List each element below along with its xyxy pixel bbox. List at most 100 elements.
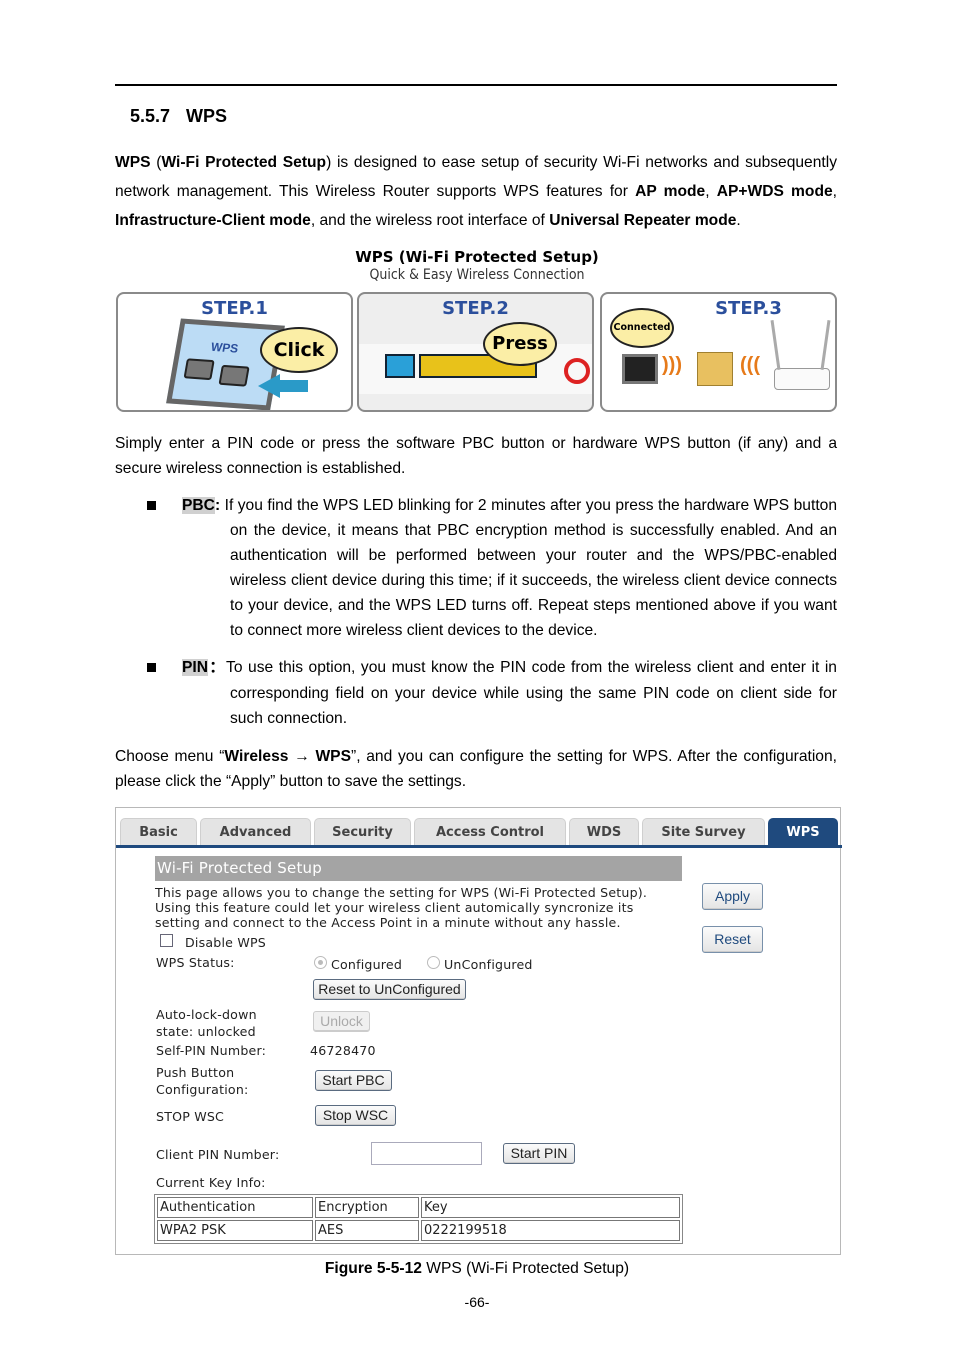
page-number: -66- (464, 1294, 490, 1310)
section-number: 5.5.7 (130, 106, 171, 126)
tab-access-control[interactable]: Access Control (414, 818, 566, 846)
step-label: STEP.1 (201, 298, 268, 319)
top-rule (115, 84, 837, 86)
t: AP+WDS mode (716, 183, 833, 200)
tab-underline (116, 845, 842, 848)
section-heading: 5.5.7 WPS (130, 106, 227, 127)
configured-label: Configured (331, 957, 403, 972)
header-cell: Authentication (157, 1197, 313, 1218)
configured-radio[interactable] (314, 956, 327, 969)
t: . (736, 212, 741, 229)
key-info-table: Authentication Encryption Key WPA2 PSK A… (154, 1194, 683, 1244)
antenna-icon (820, 320, 831, 370)
caption-text: WPS (Wi-Fi Protected Setup) (421, 1260, 630, 1277)
tab-basic[interactable]: Basic (120, 818, 197, 846)
t: , and the wireless root interface of (310, 212, 550, 229)
t: This page allows you to change the setti… (155, 885, 648, 900)
stop-wsc-button[interactable]: Stop WSC (315, 1105, 396, 1126)
table-row: WPA2 PSK AES 0222199518 (157, 1220, 680, 1241)
header-cell: Key (421, 1197, 680, 1218)
arrow-icon: → (288, 748, 316, 765)
tab-site-survey[interactable]: Site Survey (642, 818, 765, 846)
unconfigured-label: UnConfigured (444, 957, 533, 972)
disable-wps-label: Disable WPS (185, 935, 266, 950)
t: Wireless (224, 748, 289, 765)
self-pin-value: 46728470 (310, 1043, 376, 1058)
paragraph-2: Simply enter a PIN code or press the sof… (115, 435, 837, 477)
t: Infrastructure-Client mode (115, 212, 311, 229)
t: WPS (315, 748, 351, 765)
button-icon (218, 364, 250, 387)
bullet-text: To use this option, you must know the PI… (226, 659, 837, 727)
step3-panel: STEP.3 Connected ))) ((( (600, 292, 837, 412)
bullet-icon (147, 663, 156, 672)
wan-port-icon (385, 354, 415, 378)
arrow-icon (278, 380, 308, 392)
click-bubble: Click (260, 327, 338, 373)
tab-wps[interactable]: WPS (768, 818, 838, 846)
bullet-pbc: PBC: If you find the WPS LED blinking fo… (182, 493, 837, 643)
paragraph-3: Choose menu “Wireless → WPS”, and you ca… (115, 744, 837, 794)
header-cell: Encryption (315, 1197, 419, 1218)
apply-button[interactable]: Apply (702, 883, 763, 910)
bullet-pin: PIN：To use this option, you must know th… (182, 655, 837, 732)
section-header: Wi-Fi Protected Setup (155, 856, 682, 881)
section-title: WPS (186, 106, 228, 126)
stop-wsc-label: STOP WSC (156, 1109, 225, 1124)
t: Push Button (156, 1065, 235, 1080)
start-pbc-button[interactable]: Start PBC (315, 1070, 392, 1091)
signal-icon: ((( (740, 354, 760, 376)
self-pin-label: Self-PIN Number: (156, 1043, 267, 1058)
disable-wps-checkbox[interactable] (160, 934, 173, 947)
caption-label: Figure 5-5-12 (324, 1260, 422, 1277)
t: Auto-lock-down (156, 1007, 257, 1022)
step-label: STEP.2 (442, 298, 509, 319)
description: This page allows you to change the setti… (155, 885, 647, 930)
t: Using this feature could let your wirele… (155, 900, 634, 915)
client-pin-label: Client PIN Number: (156, 1147, 280, 1162)
cell: 0222199518 (421, 1220, 680, 1241)
wps-status-label: WPS Status: (156, 955, 235, 970)
t: Choose menu “ (115, 748, 225, 765)
t: Universal Repeater mode (549, 212, 737, 229)
intro-paragraph: WPS (Wi-Fi Protected Setup) is designed … (115, 148, 837, 235)
figure-caption: Figure 5-5-12 WPS (Wi-Fi Protected Setup… (0, 1260, 954, 1278)
pbc-label: Push Button Configuration: (156, 1064, 248, 1098)
t: state: unlocked (156, 1024, 256, 1039)
signal-icon: ))) (662, 354, 682, 376)
tab-advanced[interactable]: Advanced (200, 818, 311, 846)
wps-text: WPS (209, 339, 240, 356)
cell: AES (315, 1220, 419, 1241)
start-pin-button[interactable]: Start PIN (503, 1143, 575, 1164)
autolock-label: Auto-lock-down state: unlocked (156, 1006, 257, 1040)
bullet-term: PIN (182, 659, 208, 676)
t: setting and connect to the Access Point … (155, 915, 621, 930)
laptop-icon (622, 354, 658, 384)
t: Configuration: (156, 1082, 249, 1097)
router-icon (774, 368, 830, 390)
t: Wi-Fi Protected Setup (161, 154, 327, 171)
client-pin-input[interactable] (371, 1142, 482, 1165)
reset-to-unconfigured-button[interactable]: Reset to UnConfigured (313, 979, 466, 1000)
t: ： (208, 659, 227, 676)
t: , (832, 183, 837, 200)
unlock-button[interactable]: Unlock (313, 1011, 370, 1032)
bullet-icon (147, 501, 156, 510)
reset-button[interactable]: Reset (702, 926, 763, 953)
step2-panel: STEP.2 Press (357, 292, 594, 412)
cell: WPA2 PSK (157, 1220, 313, 1241)
wps-screenshot: Basic Advanced Security Access Control W… (115, 807, 842, 1255)
t: ( (150, 154, 162, 171)
bullet-term: PBC (182, 497, 215, 514)
tab-wds[interactable]: WDS (569, 818, 639, 846)
unconfigured-radio[interactable] (427, 956, 440, 969)
connected-bubble: Connected (610, 308, 674, 348)
illustration-subtitle: Quick & Easy Wireless Connection (369, 267, 585, 283)
bullet-text: If you find the WPS LED blinking for 2 m… (220, 497, 837, 639)
tab-security[interactable]: Security (314, 818, 411, 846)
folder-lock-icon (697, 352, 733, 386)
press-bubble: Press (483, 322, 557, 366)
t: AP mode (635, 183, 706, 200)
t: WPS (115, 154, 151, 171)
illustration-title: WPS (Wi-Fi Protected Setup) (355, 248, 599, 266)
